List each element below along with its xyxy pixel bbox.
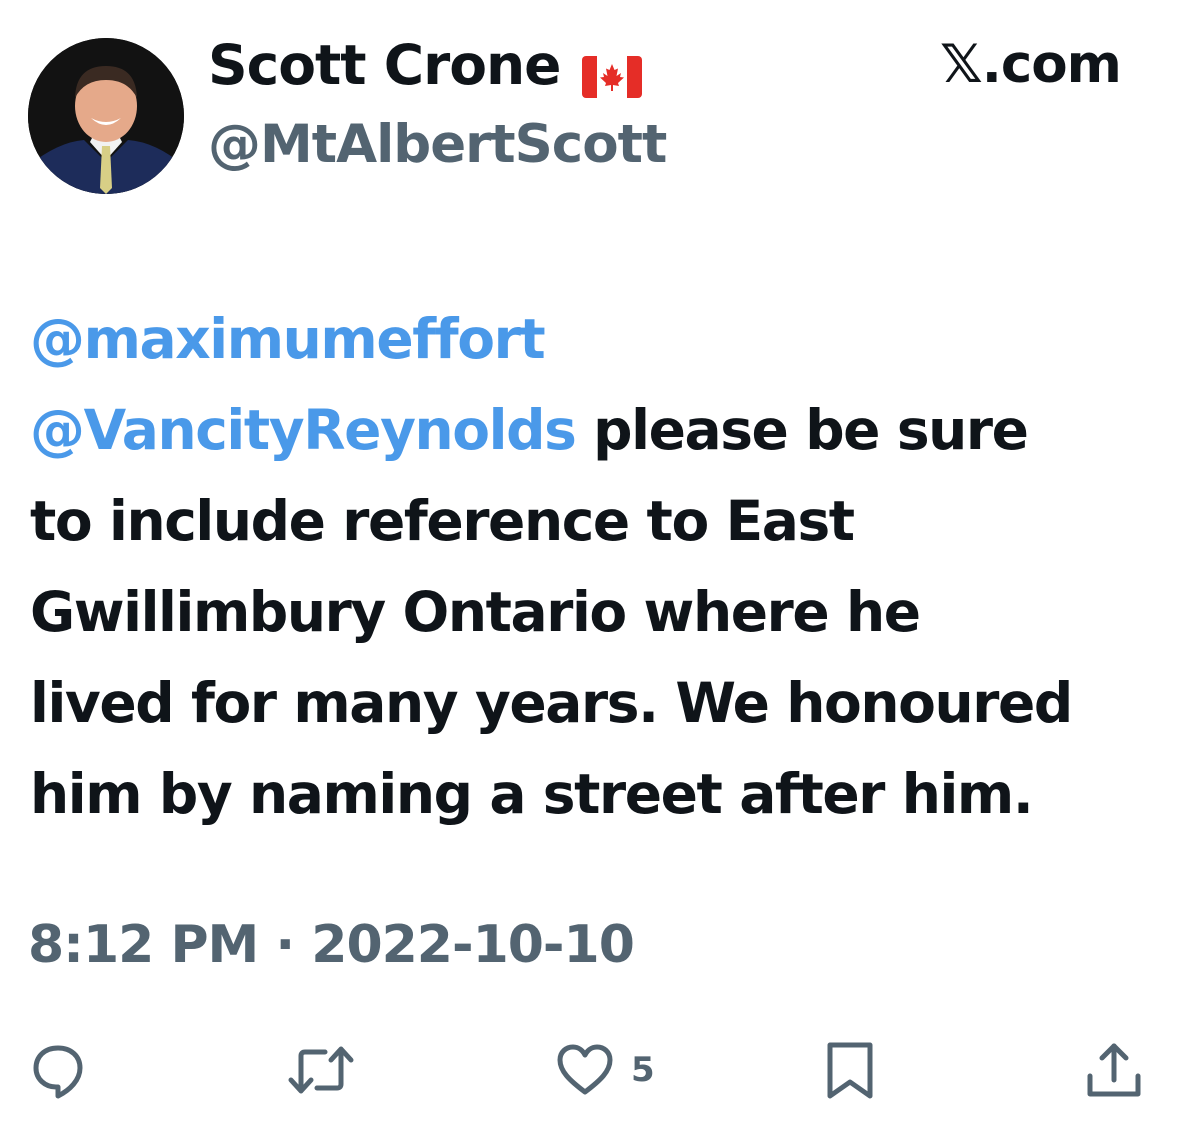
avatar[interactable] (28, 38, 184, 194)
tweet-text-segment: him by naming a street after him. (30, 762, 1034, 826)
tweet-text-line: him by naming a street after him. (30, 749, 1155, 840)
author-name-text: Scott Crone (208, 33, 561, 97)
canada-flag-icon (582, 44, 643, 98)
author-display-name[interactable]: Scott Crone (208, 30, 643, 100)
mention-link[interactable]: @maximumeffort (30, 307, 546, 371)
tweet-text: @maximumeffort @VancityReynolds please be… (30, 294, 1155, 840)
like-button[interactable]: 5 (555, 1040, 655, 1100)
share-icon (1084, 1040, 1144, 1100)
mention-link[interactable]: @VancityReynolds (30, 398, 577, 462)
bookmark-button[interactable] (822, 1040, 878, 1100)
like-count: 5 (631, 1050, 655, 1090)
tweet-text-segment: Gwillimbury Ontario where he (30, 580, 921, 644)
heart-icon (555, 1040, 615, 1100)
reply-icon (28, 1040, 88, 1100)
tweet-text-segment: please be sure (575, 398, 1029, 462)
reply-button[interactable] (28, 1040, 88, 1100)
tweet-timestamp[interactable]: 8:12 PM · 2022-10-10 (28, 910, 635, 980)
retweet-button[interactable] (285, 1040, 357, 1100)
tweet-text-line: lived for many years. We honoured (30, 658, 1155, 749)
bookmark-icon (822, 1040, 878, 1100)
tweet-text-segment: to include reference to East (30, 489, 855, 553)
retweet-icon (285, 1040, 357, 1100)
tweet-text-segment: lived for many years. We honoured (30, 671, 1073, 735)
tweet-text-line: to include reference to East (30, 476, 1155, 567)
site-label: 𝕏.com (940, 34, 1122, 95)
author-handle[interactable]: @MtAlbertScott (208, 110, 667, 180)
tweet-text-line: @VancityReynolds please be sure (30, 385, 1155, 476)
tweet-text-line: Gwillimbury Ontario where he (30, 567, 1155, 658)
share-button[interactable] (1084, 1040, 1144, 1100)
tweet-text-line: @maximumeffort (30, 294, 1155, 385)
